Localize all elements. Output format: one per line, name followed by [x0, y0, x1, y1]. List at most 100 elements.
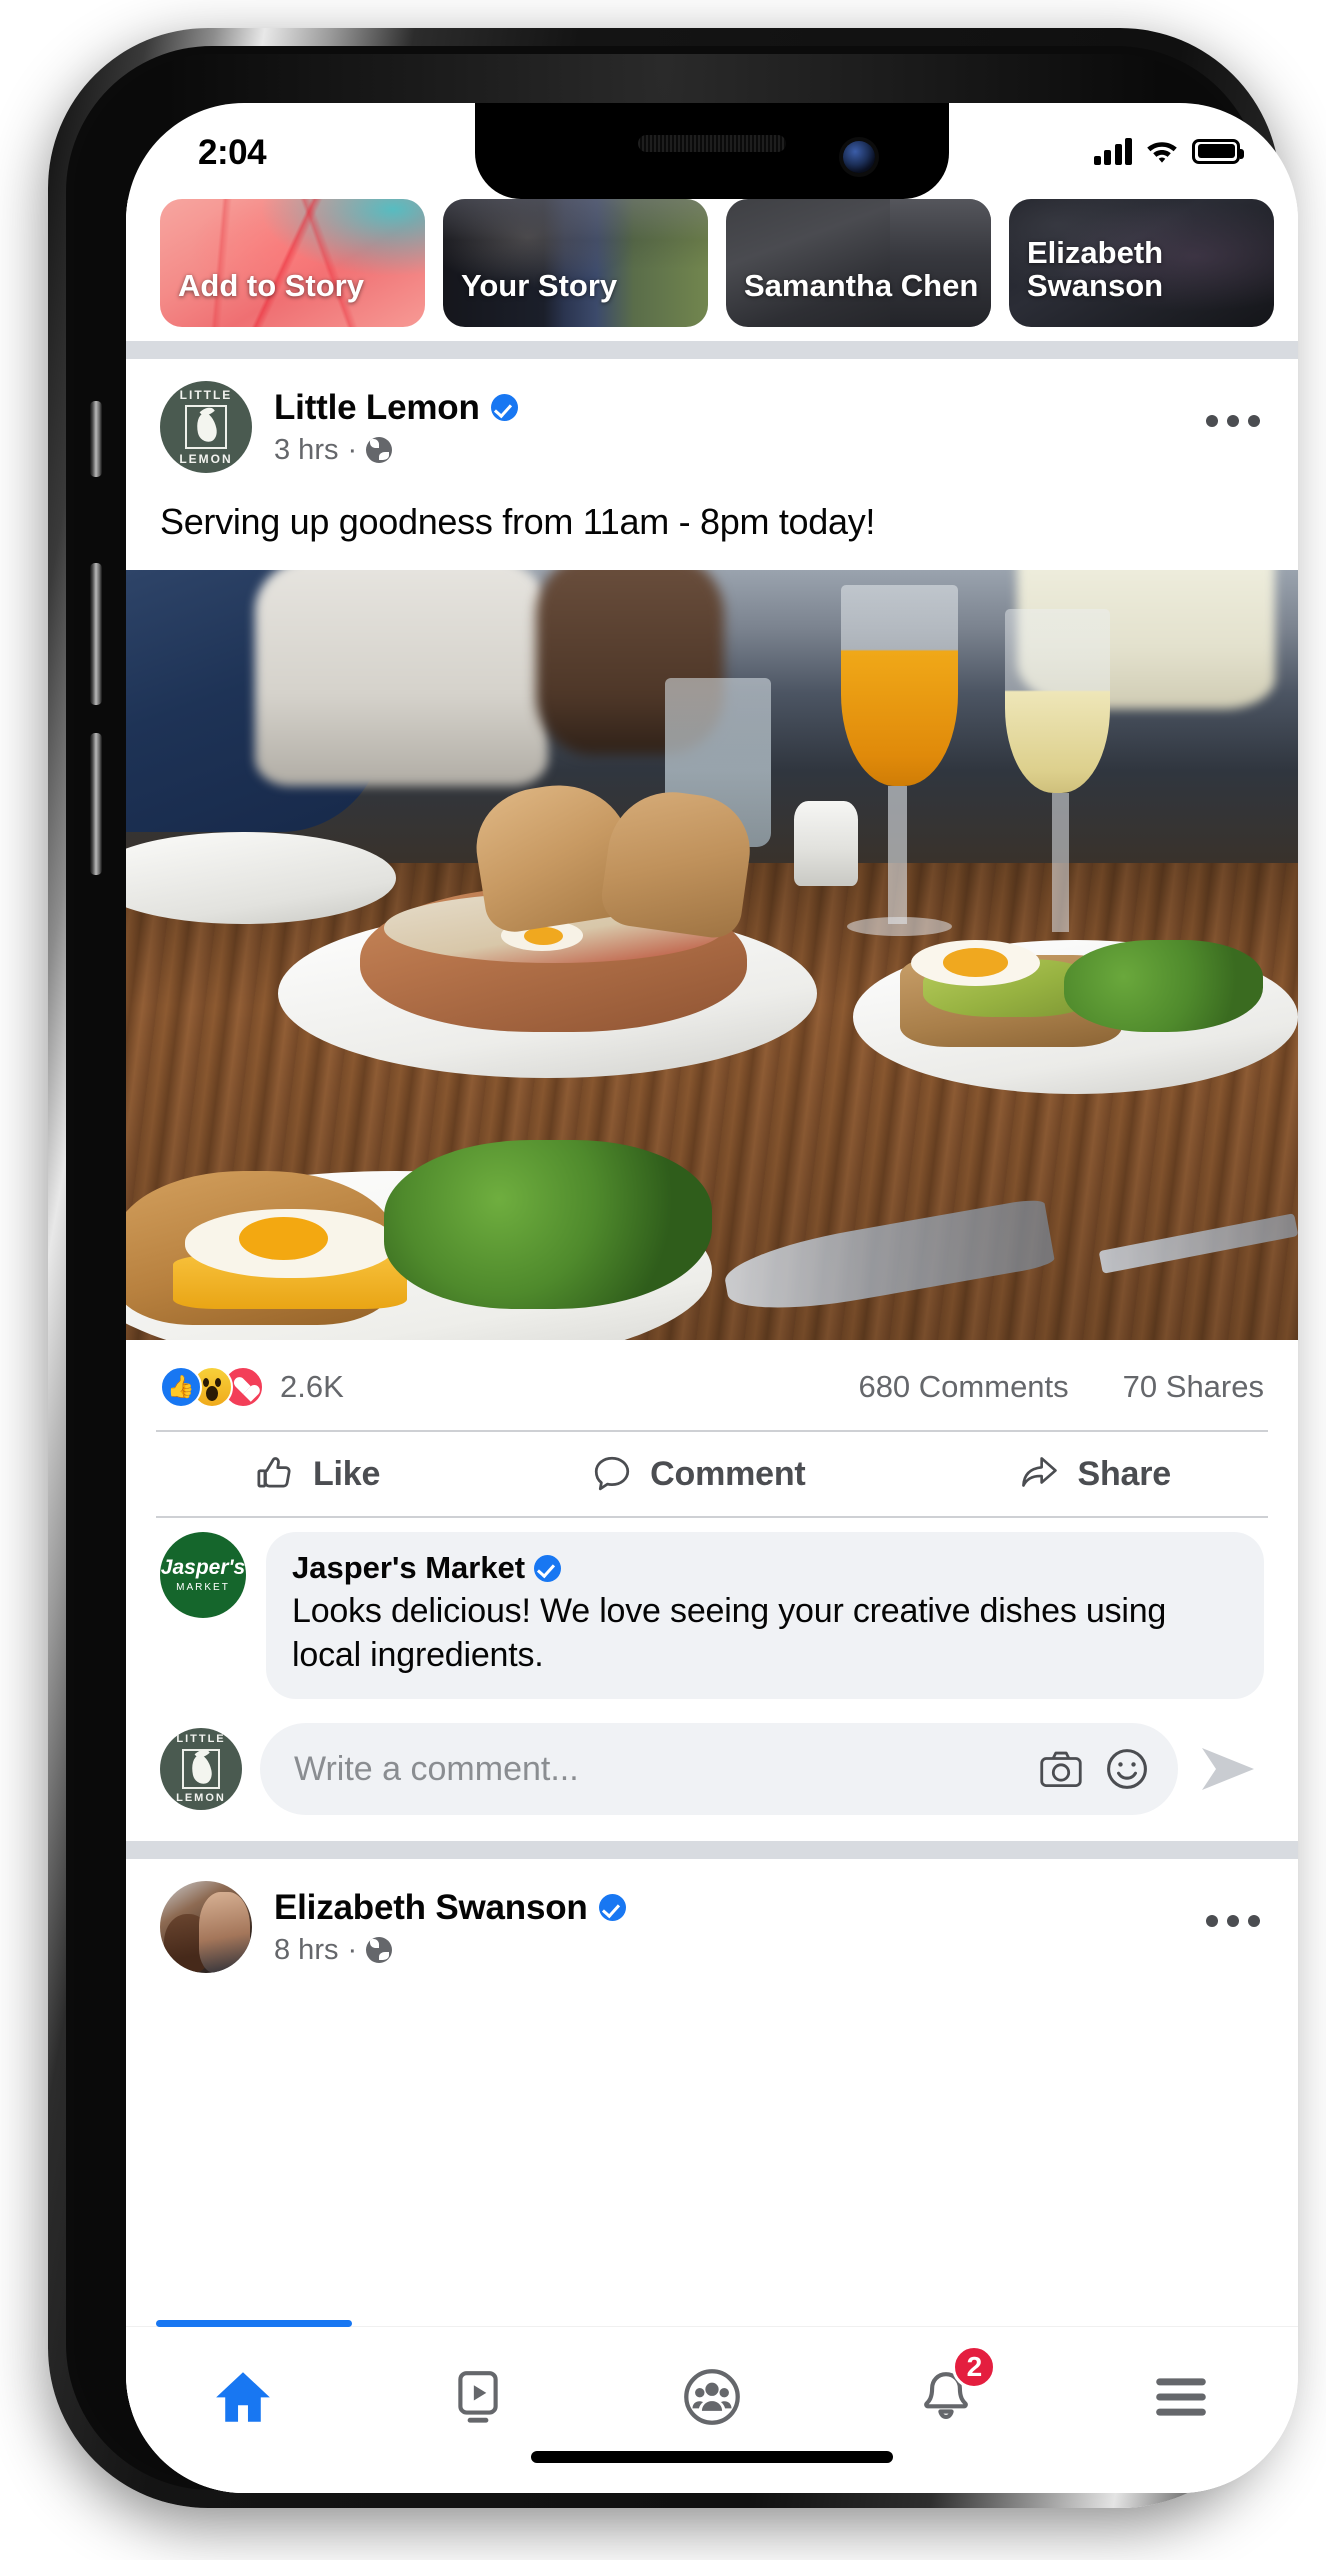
comment-author-name[interactable]: Jasper's Market: [292, 1550, 525, 1586]
cellular-signal-icon: [1093, 137, 1132, 165]
post-author-name[interactable]: Elizabeth Swanson: [274, 1888, 588, 1928]
groups-people-icon: [682, 2367, 742, 2427]
post-engagement-row: 👍 2.6K 680 Comments 70 Shares: [126, 1340, 1298, 1430]
post-author-row[interactable]: Elizabeth Swanson: [274, 1888, 1264, 1928]
share-button-label: Share: [1077, 1454, 1172, 1493]
reaction-icons-group[interactable]: 👍: [160, 1366, 264, 1408]
phone-notch: [475, 103, 949, 199]
like-button-label: Like: [312, 1454, 381, 1493]
camera-icon[interactable]: [1038, 1748, 1084, 1790]
story-label: Your Story: [461, 268, 618, 304]
active-tab-indicator: [156, 2320, 352, 2327]
story-samantha-chen[interactable]: Samantha Chen: [726, 199, 991, 327]
story-elizabeth-swanson[interactable]: Elizabeth Swanson: [1009, 199, 1274, 327]
post-author-row[interactable]: Little Lemon: [274, 388, 1264, 428]
send-icon[interactable]: [1196, 1741, 1268, 1797]
battery-icon: [1192, 138, 1244, 164]
phone-device-frame: 2:04 Add to Story Your Story Samantha Ch…: [48, 28, 1298, 2508]
comment-input-placeholder: Write a comment...: [294, 1749, 579, 1788]
avatar[interactable]: LITTLE LEMON: [160, 381, 252, 473]
story-label: Add to Story: [178, 268, 364, 304]
share-button[interactable]: Share: [1016, 1452, 1172, 1496]
share-arrow-icon: [1016, 1452, 1062, 1496]
reaction-count[interactable]: 2.6K: [280, 1369, 344, 1405]
post-photo-brunch-table[interactable]: [126, 570, 1298, 1340]
volume-down-button[interactable]: [90, 733, 102, 875]
comment-button[interactable]: Comment: [590, 1452, 806, 1496]
post-meta: 3 hrs ·: [274, 434, 1264, 467]
like-button[interactable]: Like: [253, 1452, 380, 1496]
stories-carousel[interactable]: Add to Story Your Story Samantha Chen El…: [126, 199, 1298, 341]
comment-button-label: Comment: [650, 1454, 806, 1493]
wifi-icon: [1145, 138, 1179, 164]
status-bar-time: 2:04: [198, 133, 267, 172]
more-options-icon[interactable]: [1206, 415, 1260, 427]
avatar[interactable]: [160, 1881, 252, 1974]
story-your-story[interactable]: Your Story: [443, 199, 708, 327]
avatar-person-right: [198, 1892, 251, 1974]
globe-icon: [366, 437, 393, 463]
earpiece-speaker-icon: [638, 135, 786, 152]
story-label: Samantha Chen: [744, 268, 979, 304]
post-header: Elizabeth Swanson 8 hrs ·: [126, 1859, 1298, 1983]
meta-separator: ·: [347, 433, 358, 466]
hamburger-menu-icon: [1150, 2372, 1212, 2422]
bottom-navigation-bar[interactable]: 2: [126, 2327, 1298, 2493]
engagement-counts: 680 Comments 70 Shares: [858, 1369, 1264, 1405]
verified-badge-icon: [490, 394, 518, 421]
comment-author-row[interactable]: Jasper's Market: [292, 1550, 1238, 1586]
silent-switch-button[interactable]: [90, 401, 102, 477]
comments-count[interactable]: 680 Comments: [858, 1369, 1068, 1405]
composer-icons: [1038, 1746, 1150, 1792]
home-indicator[interactable]: [531, 2451, 893, 2463]
avatar[interactable]: LITTLE LEMON: [160, 1728, 242, 1811]
comment-input[interactable]: Write a comment...: [260, 1723, 1178, 1816]
post-text: Serving up goodness from 11am - 8pm toda…: [160, 501, 876, 542]
news-feed[interactable]: Add to Story Your Story Samantha Chen El…: [126, 199, 1298, 2493]
avatar-lemon-frame: [185, 405, 227, 449]
emoji-smiley-icon[interactable]: [1104, 1746, 1150, 1792]
lemon-icon: [193, 410, 219, 444]
comment-bubble: Jasper's Market Looks delicious! We love…: [266, 1532, 1264, 1700]
comment-item: Jasper's MARKET Jasper's Market Looks de…: [126, 1518, 1298, 1707]
story-add-to-story[interactable]: Add to Story: [160, 199, 425, 327]
video-play-icon: [449, 2368, 507, 2426]
avatar[interactable]: Jasper's MARKET: [160, 1532, 246, 1618]
lemon-icon: [188, 1752, 214, 1786]
meta-separator: ·: [347, 1933, 358, 1966]
nav-groups[interactable]: [632, 2351, 792, 2443]
notification-badge: 2: [952, 2345, 997, 2389]
comment-bubble-icon: [590, 1452, 634, 1496]
volume-up-button[interactable]: [90, 563, 102, 705]
avatar-lemon-frame: [182, 1749, 220, 1790]
post-author-block: Little Lemon 3 hrs ·: [274, 388, 1264, 467]
feed-post-little-lemon: LITTLE LEMON Little Lemon 3 hrs · Servin…: [126, 359, 1298, 1842]
comment-composer: LITTLE LEMON Write a comment...: [126, 1707, 1298, 1841]
nav-notifications[interactable]: 2: [866, 2345, 1026, 2443]
nav-watch[interactable]: [398, 2351, 558, 2443]
comment-text: Looks delicious! We love seeing your cre…: [292, 1592, 1167, 1674]
avatar-label-bottom: LEMON: [176, 1792, 226, 1805]
avatar-label-top: LITTLE: [176, 1733, 226, 1746]
post-timestamp: 3 hrs: [274, 433, 339, 466]
avatar-label-top: Jasper's: [160, 1556, 246, 1579]
status-bar-icons: [1093, 137, 1244, 165]
nav-menu[interactable]: [1101, 2351, 1261, 2443]
story-label: Elizabeth Swanson: [1027, 235, 1164, 304]
more-options-icon[interactable]: [1206, 1915, 1260, 1928]
globe-icon: [366, 1937, 393, 1964]
post-timestamp: 8 hrs: [274, 1933, 339, 1966]
post-author-block: Elizabeth Swanson 8 hrs ·: [274, 1888, 1264, 1967]
verified-badge-icon: [534, 1554, 562, 1582]
nav-home[interactable]: [163, 2351, 323, 2443]
feed-section-divider: [126, 1841, 1298, 1860]
post-header: LITTLE LEMON Little Lemon 3 hrs ·: [126, 359, 1298, 483]
avatar-label-top: LITTLE: [179, 388, 233, 402]
feed-post-elizabeth-swanson: Elizabeth Swanson 8 hrs ·: [126, 1859, 1298, 1984]
feed-section-divider: [126, 341, 1298, 359]
post-author-name[interactable]: Little Lemon: [274, 388, 480, 428]
post-action-bar: Like Comment Share: [126, 1432, 1298, 1516]
post-meta: 8 hrs ·: [274, 1934, 1264, 1967]
avatar-label-bottom: LEMON: [179, 452, 233, 466]
shares-count[interactable]: 70 Shares: [1123, 1369, 1264, 1405]
